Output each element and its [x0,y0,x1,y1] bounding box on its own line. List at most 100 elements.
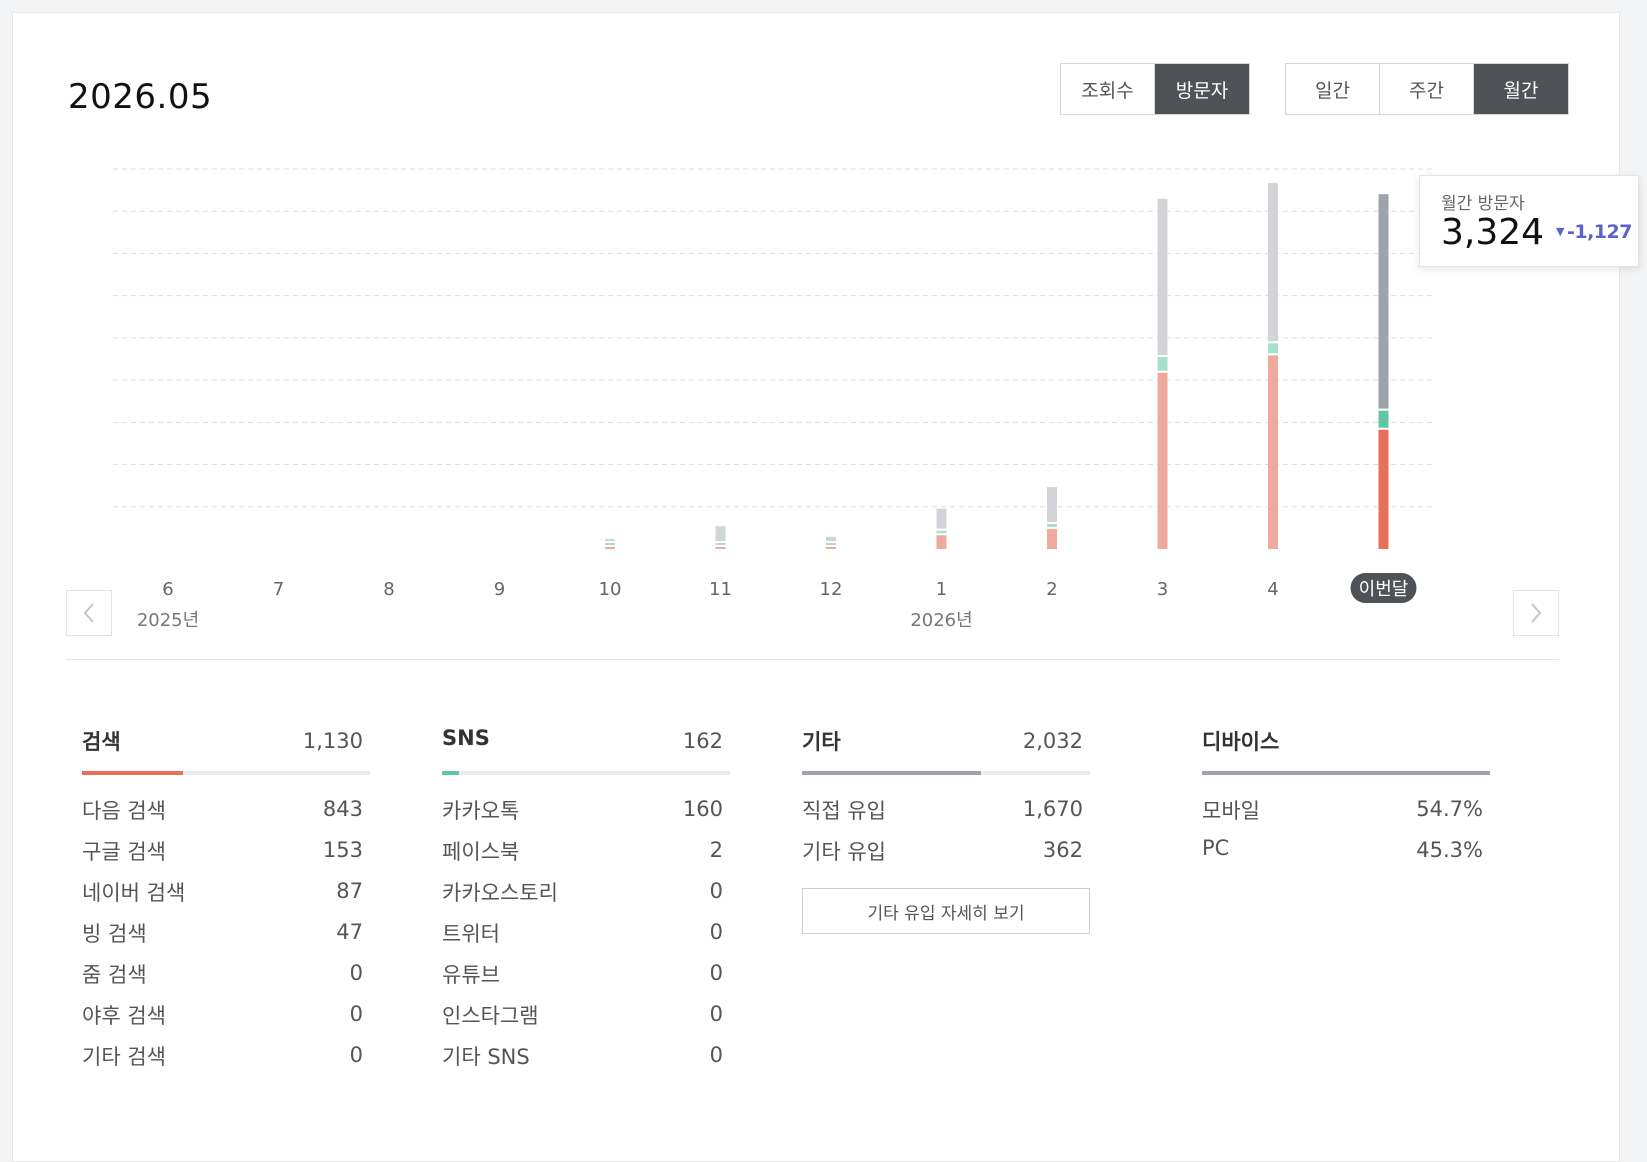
row-label: 인스타그램 [442,1004,539,1028]
row-label: 다음 검색 [82,799,166,823]
x-tick-label: 3 [1157,579,1168,600]
row-label: 빙 검색 [82,922,147,946]
row-value: 2 [709,838,723,862]
row-label: 기타 유입 [802,840,886,864]
bar-search-4 [1268,355,1278,549]
bar-search-11 [715,547,726,549]
list-item: 네이버 검색 87 [82,877,370,918]
row-label: PC [1202,836,1230,860]
row-label: 기타 SNS [442,1045,530,1069]
row-value: 54.7% [1416,797,1483,821]
row-value: 153 [322,838,363,862]
bar-other-1 [936,508,947,529]
list-item: 카카오톡 160 [442,795,730,836]
panel-title: 검색 [82,730,121,754]
next-period-button[interactable] [1513,590,1559,636]
bar-other-10 [605,539,615,541]
x-tick-label: 12 [820,579,843,600]
panel-title: SNS [442,726,490,750]
list-item: 줌 검색 0 [82,959,370,1000]
bar-search-12 [826,547,836,549]
row-label: 유튜브 [442,963,500,987]
prev-period-button[interactable] [66,590,112,636]
tooltip-label: 월간 방문자 [1441,194,1525,214]
list-item: 야후 검색 0 [82,1000,370,1041]
panel-total: 162 [682,729,723,753]
row-value: 0 [709,879,723,903]
x-tick-label: 9 [494,579,505,600]
bar-other-이번달 [1378,194,1389,409]
x-tick-label: 4 [1267,579,1278,600]
chevron-left-icon [83,603,94,623]
list-item: 인스타그램 0 [442,1000,730,1041]
list-item: 모바일 54.7% [1202,795,1490,836]
row-label: 구글 검색 [82,840,166,864]
row-label: 직접 유입 [802,799,886,823]
row-label: 네이버 검색 [82,881,186,905]
panel-progress-fill [442,771,460,775]
row-value: 0 [709,920,723,944]
x-tick-label: 11 [709,579,732,600]
monthly-visitors-chart: 6 7 8 9 10 11 12 1 2 3 4 이번달2025년 2026년 [113,168,1435,631]
bar-sns-1 [936,530,947,534]
list-item: 구글 검색 153 [82,836,370,877]
chart-tooltip: 월간 방문자 3,324 ▼ -1,127 [1419,175,1639,267]
bar-sns-이번달 [1378,410,1389,428]
row-value: 47 [336,920,363,944]
list-item: 직접 유입 1,670 [802,795,1090,836]
panel-progress-bar [1202,771,1490,775]
list-item: 카카오스토리 0 [442,877,730,918]
bar-sns-12 [826,543,836,545]
panel-progress-bar [82,771,370,775]
chevron-right-icon [1531,603,1542,623]
panel-total: 2,032 [1022,729,1083,753]
year-label: 2025년 [137,610,199,631]
bar-search-2 [1047,528,1057,549]
list-item: 빙 검색 47 [82,918,370,959]
row-label: 모바일 [1202,799,1260,823]
list-item: 유튜브 0 [442,959,730,1000]
bar-search-3 [1157,372,1168,549]
bar-sns-4 [1268,343,1278,354]
device-panel: 디바이스 모바일 54.7% PC 45.3% [1202,721,1490,877]
bar-sns-2 [1047,523,1057,527]
row-label: 카카오스토리 [442,881,558,905]
bar-sns-10 [605,543,615,545]
row-value: 0 [709,961,723,985]
row-label: 트위터 [442,922,500,946]
row-value: 843 [322,797,363,821]
tooltip-change: ▼ -1,127 [1556,221,1632,243]
row-value: 45.3% [1416,838,1483,862]
section-divider [66,659,1559,660]
caret-down-icon: ▼ [1556,225,1564,238]
panel-title: 기타 [802,730,841,754]
x-tick-label: 1 [936,579,947,600]
row-value: 362 [1042,838,1083,862]
list-item: 기타 검색 0 [82,1041,370,1082]
row-value: 0 [709,1002,723,1026]
bar-other-12 [826,536,836,541]
other-inflow-detail-button[interactable]: 기타 유입 자세히 보기 [802,888,1090,934]
visitor-stats-card: 2026.05 조회수 방문자 일간 주간 월간 6 7 8 9 10 11 12 1 2 3 4 이… [12,12,1639,1162]
tooltip-value: 3,324 [1441,212,1545,253]
row-value: 1,670 [1022,797,1083,821]
row-label: 카카오톡 [442,799,520,823]
bar-search-이번달 [1378,429,1389,549]
panel-progress-fill [1202,771,1490,775]
bar-search-1 [936,535,947,549]
x-tick-label: 8 [383,579,394,600]
bar-other-3 [1157,198,1168,355]
list-item: 트위터 0 [442,918,730,959]
row-label: 페이스북 [442,840,520,864]
list-item: 기타 SNS 0 [442,1041,730,1082]
panel-progress-bar [802,771,1090,775]
bar-other-4 [1268,182,1278,342]
x-tick-label: 이번달 [1359,579,1409,600]
x-tick-label: 2 [1046,579,1057,600]
x-tick-label: 10 [599,579,622,600]
other-panel: 기타 2,032 직접 유입 1,670 기타 유입 362 기타 유입 자세히 보… [802,721,1090,934]
bar-sns-3 [1157,357,1168,371]
row-value: 0 [709,1043,723,1067]
sns-panel: SNS 162 카카오톡 160 페이스북 2 카카오스토리 0 트위터 0 유튜브 0 … [442,721,730,1082]
list-item: PC 45.3% [1202,836,1490,877]
